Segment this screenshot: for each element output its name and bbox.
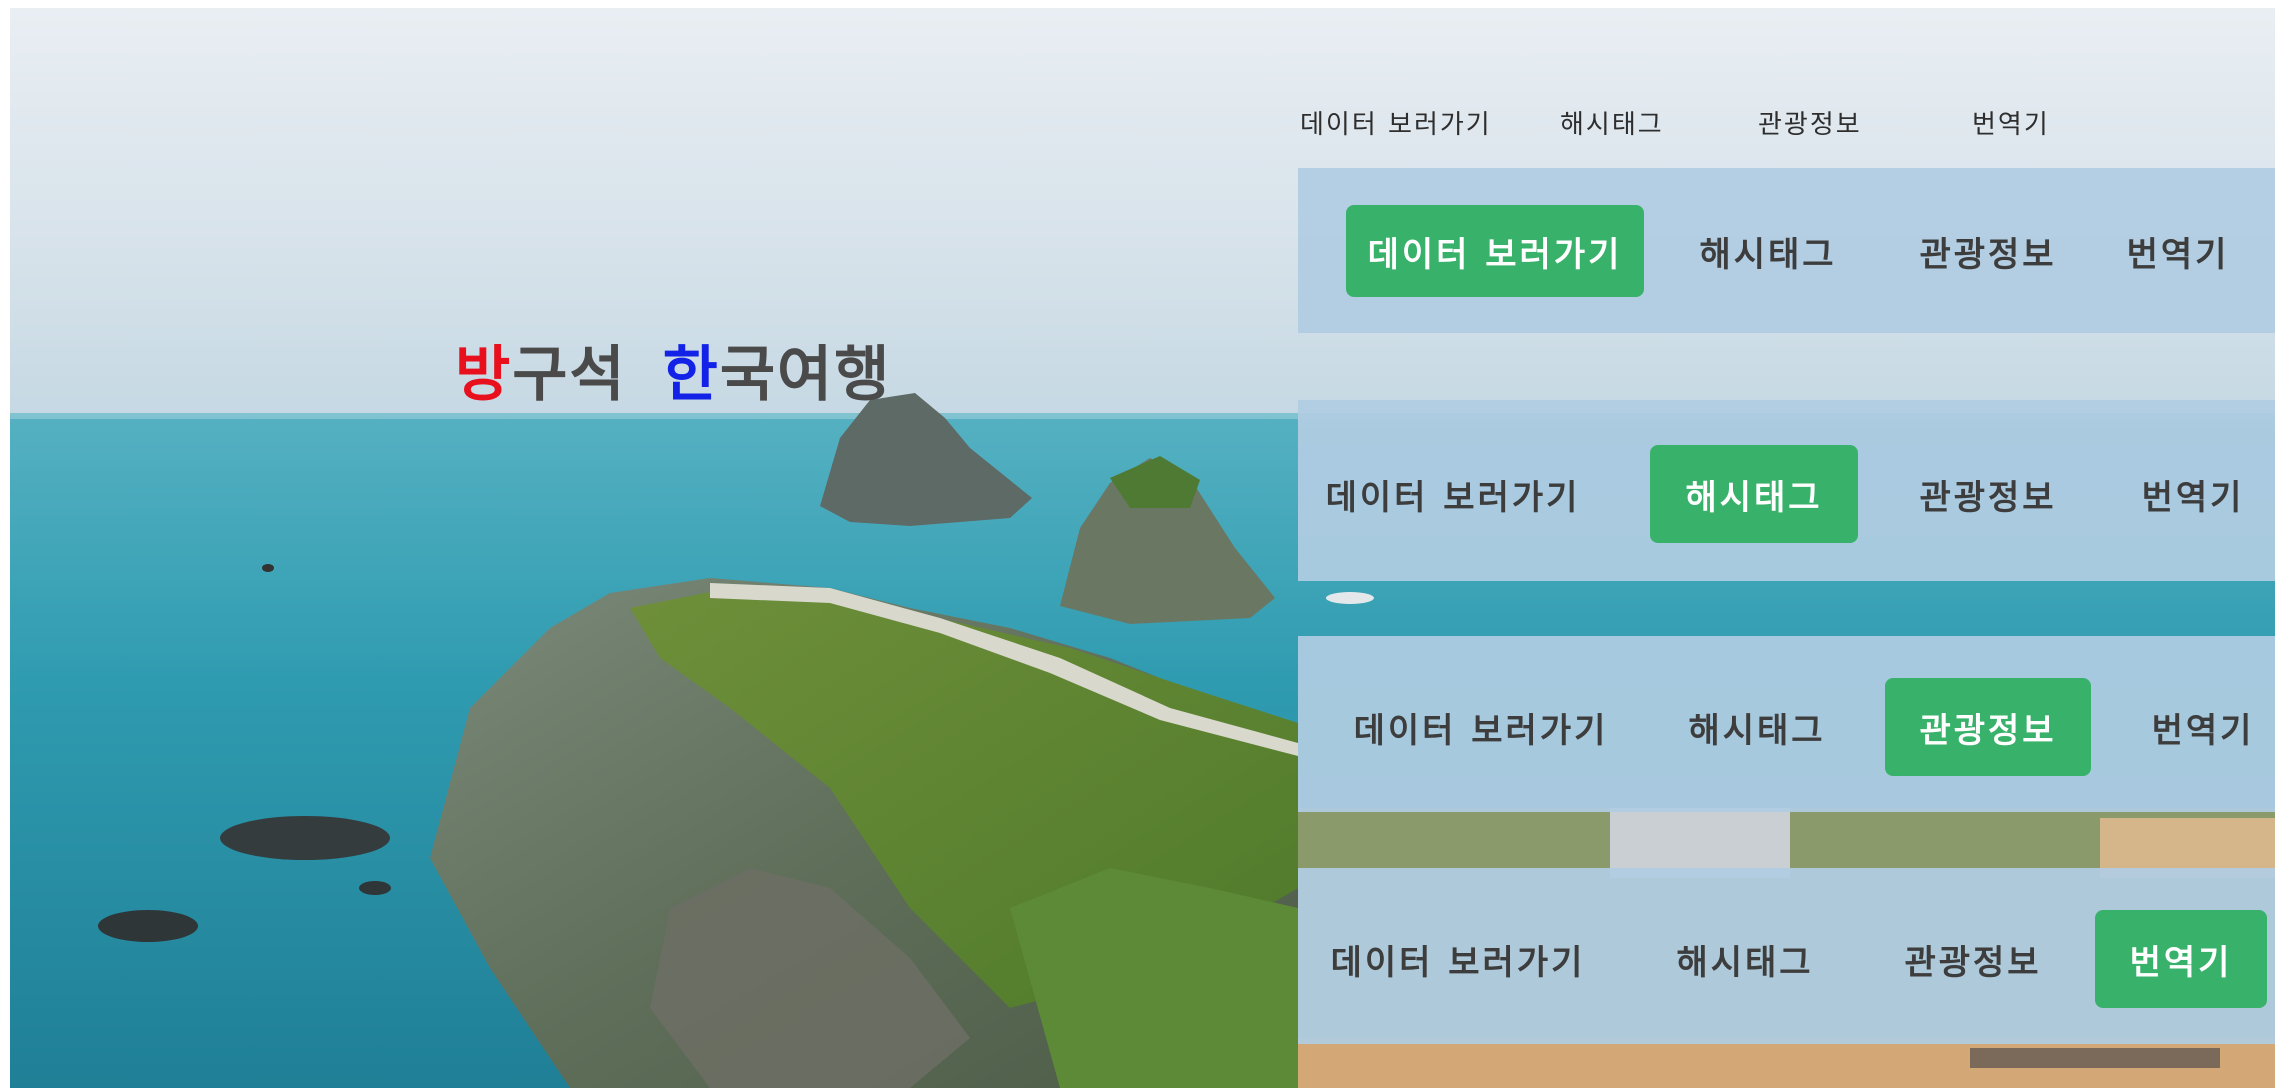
nav-bar-3: 데이터 보러가기 해시태그 관광정보 번역기: [1298, 636, 2275, 812]
top-nav-plain: 데이터 보러가기 해시태그 관광정보 번역기: [1300, 90, 2100, 150]
nav-item-translator[interactable]: 번역기: [2108, 205, 2248, 297]
nav-item-tourism[interactable]: 관광정보: [1885, 678, 2091, 776]
nav-item-hashtag[interactable]: 해시태그: [1688, 205, 1848, 297]
nav-item-tourism[interactable]: 관광정보: [1898, 910, 2048, 1008]
logo-text-part2: 국여행: [719, 340, 892, 410]
nav-item-translator[interactable]: 번역기: [2143, 678, 2263, 776]
nav-bar-2: 데이터 보러가기 해시태그 관광정보 번역기: [1298, 400, 2275, 581]
nav-item-tourism[interactable]: 관광정보: [1898, 445, 2078, 543]
nav-item-translator[interactable]: 번역기: [2095, 910, 2267, 1008]
top-nav-item-data[interactable]: 데이터 보러가기: [1300, 104, 1492, 141]
nav-bar-1: 데이터 보러가기 해시태그 관광정보 번역기: [1298, 168, 2275, 333]
logo-char-bang: 방: [455, 340, 513, 410]
logo-text-part1: 구석: [512, 340, 627, 410]
top-nav-item-translator[interactable]: 번역기: [1972, 104, 2050, 141]
nav-item-tourism[interactable]: 관광정보: [1898, 205, 2078, 297]
top-nav-item-tourism[interactable]: 관광정보: [1758, 104, 1862, 141]
nav-item-translator[interactable]: 번역기: [2128, 445, 2258, 543]
nav-item-hashtag[interactable]: 해시태그: [1670, 910, 1820, 1008]
site-logo[interactable]: 방구석 한국여행: [455, 326, 891, 413]
logo-char-han: 한: [662, 340, 720, 410]
nav-item-data[interactable]: 데이터 보러가기: [1326, 445, 1578, 543]
nav-bar-4: 데이터 보러가기 해시태그 관광정보 번역기: [1298, 868, 2275, 1044]
hero-background: 방구석 한국여행 데이터 보러가기 해시태그 관광정보 번역기 데이터 보러가기 …: [10, 8, 2275, 1088]
nav-item-hashtag[interactable]: 해시태그: [1650, 445, 1858, 543]
nav-item-hashtag[interactable]: 해시태그: [1682, 678, 1832, 776]
nav-item-data[interactable]: 데이터 보러가기: [1346, 678, 1616, 776]
top-nav-item-hashtag[interactable]: 해시태그: [1560, 104, 1664, 141]
nav-item-data[interactable]: 데이터 보러가기: [1328, 910, 1588, 1008]
nav-item-data[interactable]: 데이터 보러가기: [1346, 205, 1644, 297]
